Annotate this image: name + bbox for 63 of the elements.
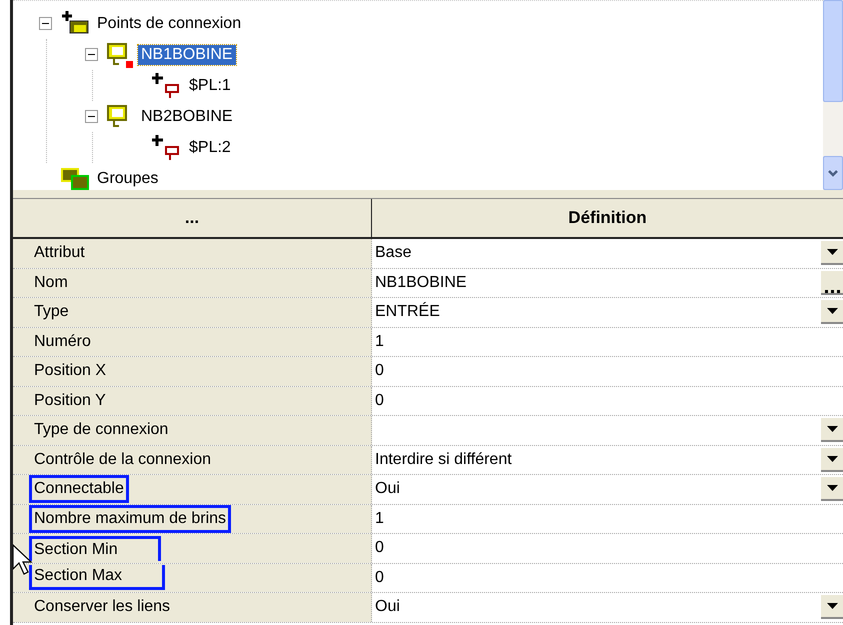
pin-point-icon bbox=[152, 134, 182, 160]
property-name: Section Max bbox=[29, 565, 166, 590]
tree-item[interactable]: $PL:1 bbox=[186, 76, 234, 96]
property-value[interactable]: 0 bbox=[375, 362, 384, 380]
dropdown-button[interactable] bbox=[821, 300, 843, 324]
tree-item[interactable]: NB2BOBINE bbox=[138, 106, 236, 126]
property-value[interactable]: Oui bbox=[375, 598, 400, 616]
property-name: Connectable bbox=[29, 475, 129, 504]
property-value[interactable]: 0 bbox=[375, 568, 384, 587]
property-name: Nombre maximum de brins bbox=[29, 504, 232, 533]
triangle-down-icon bbox=[826, 426, 838, 432]
property-value[interactable]: Interdire si différent bbox=[375, 450, 512, 469]
scroll-down-button[interactable] bbox=[823, 156, 843, 190]
tree-item[interactable]: Groupes bbox=[94, 168, 162, 188]
dropdown-button[interactable] bbox=[821, 448, 843, 472]
pin-point-icon bbox=[152, 72, 182, 98]
triangle-down-icon bbox=[826, 308, 838, 314]
property-name: Position X bbox=[33, 361, 108, 382]
ellipsis-icon bbox=[824, 288, 840, 293]
collapse-toggle[interactable] bbox=[85, 110, 98, 123]
property-value[interactable]: 1 bbox=[375, 510, 384, 528]
minus-icon bbox=[88, 116, 95, 117]
column-header: Définition bbox=[567, 207, 648, 229]
property-value[interactable]: 0 bbox=[375, 539, 384, 558]
minus-icon bbox=[88, 54, 95, 55]
triangle-down-icon bbox=[826, 249, 838, 256]
property-name: Attribut bbox=[33, 243, 86, 264]
tree-item[interactable]: $PL:2 bbox=[186, 138, 234, 158]
browse-button[interactable] bbox=[821, 270, 843, 295]
group-icon bbox=[60, 166, 90, 190]
collapse-toggle[interactable] bbox=[39, 17, 52, 30]
collapse-toggle[interactable] bbox=[85, 48, 98, 61]
property-name: Type de connexion bbox=[33, 420, 170, 440]
tree-item[interactable]: NB1BOBINE bbox=[138, 44, 236, 64]
chevron-down-icon bbox=[828, 170, 838, 176]
pin-error-icon bbox=[106, 40, 134, 68]
property-name: Position Y bbox=[33, 390, 107, 411]
property-value[interactable]: ENTRÉE bbox=[375, 303, 440, 322]
property-name: Contrôle de la connexion bbox=[33, 450, 212, 470]
property-name: Section Min bbox=[29, 536, 161, 561]
property-name: Conserver les liens bbox=[33, 597, 172, 618]
property-value[interactable]: 0 bbox=[375, 392, 384, 410]
property-name: Numéro bbox=[33, 332, 92, 352]
dropdown-button[interactable] bbox=[821, 418, 843, 442]
dropdown-button[interactable] bbox=[821, 241, 843, 266]
dropdown-button[interactable] bbox=[821, 595, 843, 620]
mouse-pointer-icon bbox=[13, 544, 32, 575]
tree-item[interactable]: Points de connexion bbox=[94, 14, 244, 34]
property-value[interactable]: 1 bbox=[375, 332, 384, 351]
property-value[interactable]: Oui bbox=[375, 480, 400, 498]
triangle-down-icon bbox=[826, 603, 838, 610]
property-name: Type bbox=[33, 302, 70, 322]
triangle-down-icon bbox=[826, 485, 838, 492]
scrollbar-thumb[interactable] bbox=[823, 0, 843, 102]
minus-icon bbox=[42, 23, 49, 24]
column-header: ... bbox=[13, 199, 372, 237]
property-value[interactable]: Base bbox=[375, 244, 412, 262]
dropdown-button[interactable] bbox=[821, 477, 843, 502]
scrollbar[interactable] bbox=[823, 0, 843, 190]
triangle-down-icon bbox=[826, 456, 838, 462]
pin-group-icon bbox=[60, 10, 90, 36]
property-name: Nom bbox=[33, 272, 69, 293]
property-value[interactable]: NB1BOBINE bbox=[375, 274, 467, 292]
